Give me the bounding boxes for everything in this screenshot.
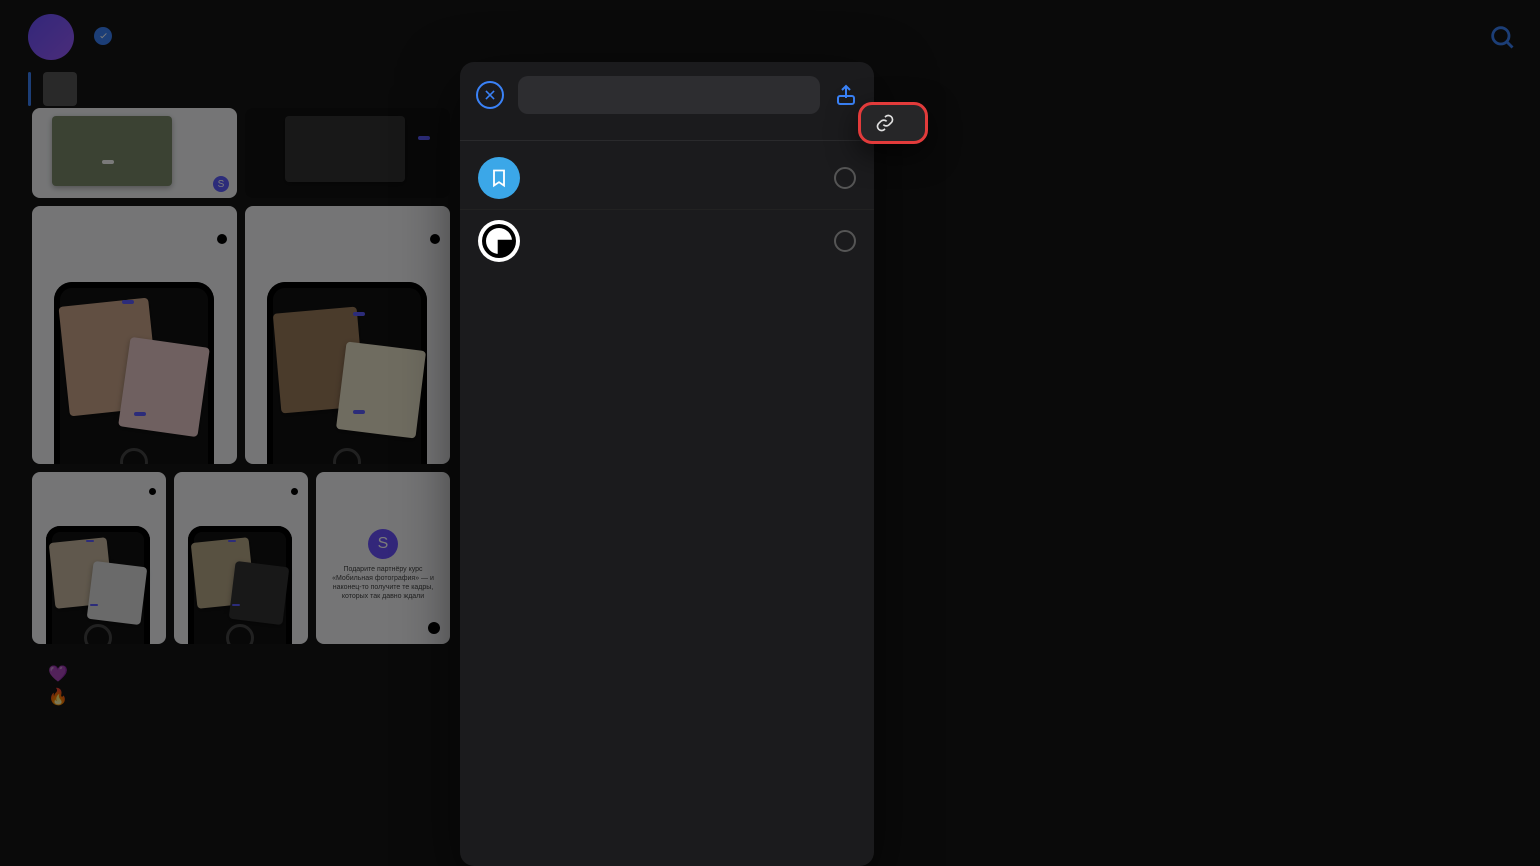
share-icon[interactable] — [834, 83, 858, 107]
select-radio[interactable] — [834, 167, 856, 189]
share-modal — [460, 62, 874, 866]
card-chip — [90, 604, 98, 606]
gallery-card[interactable] — [32, 206, 237, 464]
dot-icon — [217, 234, 227, 244]
link-icon — [875, 113, 895, 133]
card-chip — [102, 160, 114, 164]
share-row-gigachat[interactable] — [460, 210, 874, 272]
context-menu-copy-link[interactable] — [858, 102, 928, 144]
phone-mock — [54, 282, 214, 464]
media-gallery: S — [32, 108, 450, 644]
share-search-input[interactable] — [518, 76, 820, 114]
share-row-saved[interactable] — [460, 147, 874, 210]
close-button[interactable] — [476, 81, 504, 109]
card-chip — [122, 300, 134, 304]
gallery-card[interactable] — [245, 206, 450, 464]
select-radio[interactable] — [834, 230, 856, 252]
saved-messages-icon — [478, 157, 520, 199]
share-tabs — [460, 122, 874, 141]
card-chip — [353, 410, 365, 414]
card-chip — [353, 312, 365, 316]
chat-header — [0, 0, 1540, 66]
card-chip — [228, 540, 236, 542]
dot-icon — [291, 488, 298, 495]
verified-icon — [94, 27, 112, 45]
card-chip — [418, 136, 430, 140]
dot-icon — [430, 234, 440, 244]
channel-title[interactable] — [88, 27, 112, 45]
pinned-indicator — [28, 72, 31, 106]
post-caption: 💜 🔥 — [48, 640, 448, 733]
phone-mock — [46, 526, 150, 644]
gallery-card[interactable] — [245, 108, 450, 198]
pinned-thumb — [43, 72, 77, 106]
gigachat-avatar — [478, 220, 520, 262]
gallery-card[interactable] — [32, 472, 166, 644]
search-icon[interactable] — [1488, 23, 1516, 51]
phone-mock — [267, 282, 427, 464]
share-recipient-list — [460, 141, 874, 272]
fire-icon: 🔥 — [48, 689, 68, 706]
dot-icon — [149, 488, 156, 495]
gallery-card[interactable]: S Подарите партнёру курс «Мобильная фото… — [316, 472, 450, 644]
card-chip — [232, 604, 240, 606]
gallery-card[interactable]: S — [32, 108, 237, 198]
card-chip — [134, 412, 146, 416]
heart-icon: 💜 — [48, 666, 68, 683]
card-chip — [86, 540, 94, 542]
gallery-card[interactable] — [174, 472, 308, 644]
phone-mock — [188, 526, 292, 644]
channel-avatar[interactable] — [28, 14, 74, 60]
